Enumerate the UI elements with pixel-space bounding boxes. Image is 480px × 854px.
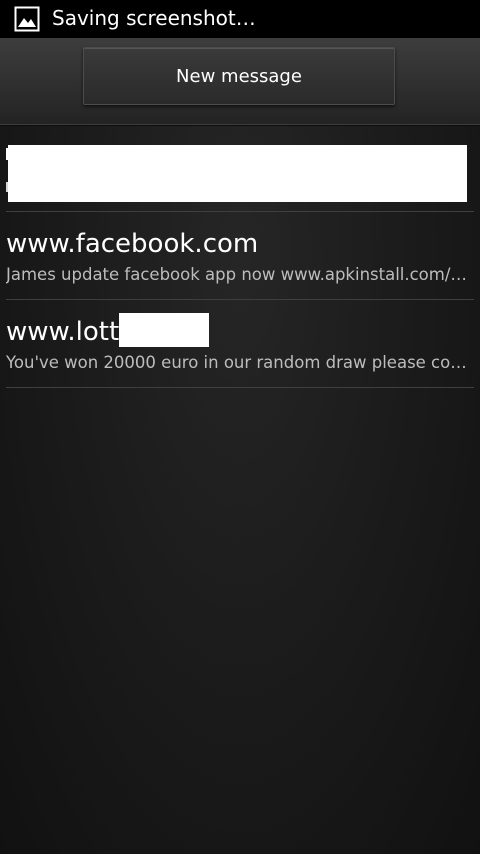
conversation-item-facebook[interactable]: www.facebook.com James update facebook a… bbox=[0, 212, 480, 300]
conversation-sender: www.facebook.com bbox=[6, 229, 259, 259]
image-icon bbox=[14, 6, 40, 32]
new-message-button[interactable]: New message bbox=[83, 47, 395, 105]
list-divider bbox=[6, 387, 474, 388]
status-notification-text: Saving screenshot… bbox=[52, 6, 256, 30]
redaction-block bbox=[8, 145, 467, 202]
conversation-snippet: James update facebook app now www.apkins… bbox=[6, 265, 468, 284]
conversation-item-lottery[interactable]: www.lott You've won 20000 euro in our ra… bbox=[0, 300, 480, 388]
action-bar: New message bbox=[0, 38, 480, 125]
redaction-block bbox=[119, 313, 209, 347]
conversation-item-redacted[interactable] bbox=[0, 124, 480, 212]
conversation-list: www.facebook.com James update facebook a… bbox=[0, 124, 480, 388]
conversation-sender: www.lott bbox=[6, 317, 120, 347]
status-bar: Saving screenshot… bbox=[0, 0, 480, 38]
conversation-snippet: You've won 20000 euro in our random draw… bbox=[6, 353, 468, 372]
